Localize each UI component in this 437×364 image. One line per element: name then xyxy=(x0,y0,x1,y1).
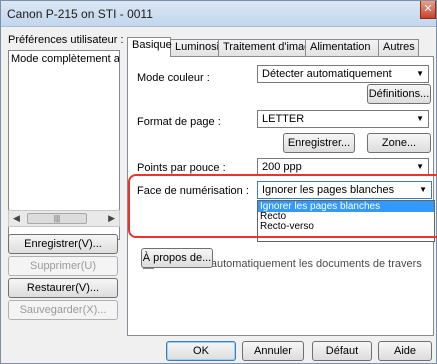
list-item[interactable]: Mode complètement au xyxy=(11,53,119,65)
page-size-label: Format de page : xyxy=(137,116,221,128)
ok-button[interactable]: OK xyxy=(166,341,236,361)
chevron-down-icon: ▼ xyxy=(416,114,424,123)
restore-preference-button[interactable]: Restaurer(V)... xyxy=(8,278,118,298)
dpi-label: Points par pouce : xyxy=(137,162,226,174)
backup-preference-button[interactable]: Sauvegarder(X)... xyxy=(8,300,118,320)
page-size-value: LETTER xyxy=(262,113,305,125)
scanner-settings-window: Canon P-215 on STI - 0011 ✕ Préférences … xyxy=(0,0,437,364)
scroll-left-icon[interactable]: ◀ xyxy=(13,213,20,224)
close-button[interactable]: ✕ xyxy=(420,1,436,19)
tab-autres[interactable]: Autres xyxy=(378,39,419,56)
chevron-down-icon: ▼ xyxy=(416,69,424,78)
color-mode-label: Mode couleur : xyxy=(137,72,210,84)
help-button[interactable]: Aide xyxy=(378,341,432,361)
zone-button[interactable]: Zone... xyxy=(367,133,431,153)
tab-alimentation[interactable]: Alimentation xyxy=(305,39,379,56)
tab-luminosite[interactable]: Luminosité xyxy=(170,39,228,56)
tab-traitement-image[interactable]: Traitement d'image xyxy=(218,39,316,56)
dialog-body: Préférences utilisateur : Mode complètem… xyxy=(5,28,437,361)
scroll-thumb[interactable]: ||| xyxy=(27,213,87,224)
cancel-button[interactable]: Annuler xyxy=(242,341,304,361)
window-title: Canon P-215 on STI - 0011 xyxy=(7,7,153,21)
color-mode-value: Détecter automatiquement xyxy=(262,68,392,80)
save-preference-button[interactable]: Enregistrer(V)... xyxy=(8,234,118,254)
color-mode-select[interactable]: Détecter automatiquement ▼ xyxy=(257,65,429,83)
close-icon: ✕ xyxy=(423,3,433,15)
preferences-label: Préférences utilisateur : xyxy=(8,34,124,46)
page-size-select[interactable]: LETTER ▼ xyxy=(257,110,429,128)
dpi-value: 200 ppp xyxy=(262,161,302,173)
default-button[interactable]: Défaut xyxy=(312,341,372,361)
save-page-size-button[interactable]: Enregistrer... xyxy=(283,133,355,153)
preferences-hscrollbar[interactable]: ◀ ||| ▶ xyxy=(8,210,120,227)
delete-preference-button[interactable]: Supprimer(U) xyxy=(8,256,118,276)
chevron-down-icon: ▼ xyxy=(416,162,424,171)
highlight-callout xyxy=(128,174,437,238)
scroll-right-icon[interactable]: ▶ xyxy=(108,213,115,224)
title-bar: Canon P-215 on STI - 0011 ✕ xyxy=(1,1,436,27)
tab-basique[interactable]: Basique xyxy=(127,37,172,57)
about-button[interactable]: À propos de... xyxy=(141,248,213,268)
definitions-button[interactable]: Définitions... xyxy=(367,84,431,104)
